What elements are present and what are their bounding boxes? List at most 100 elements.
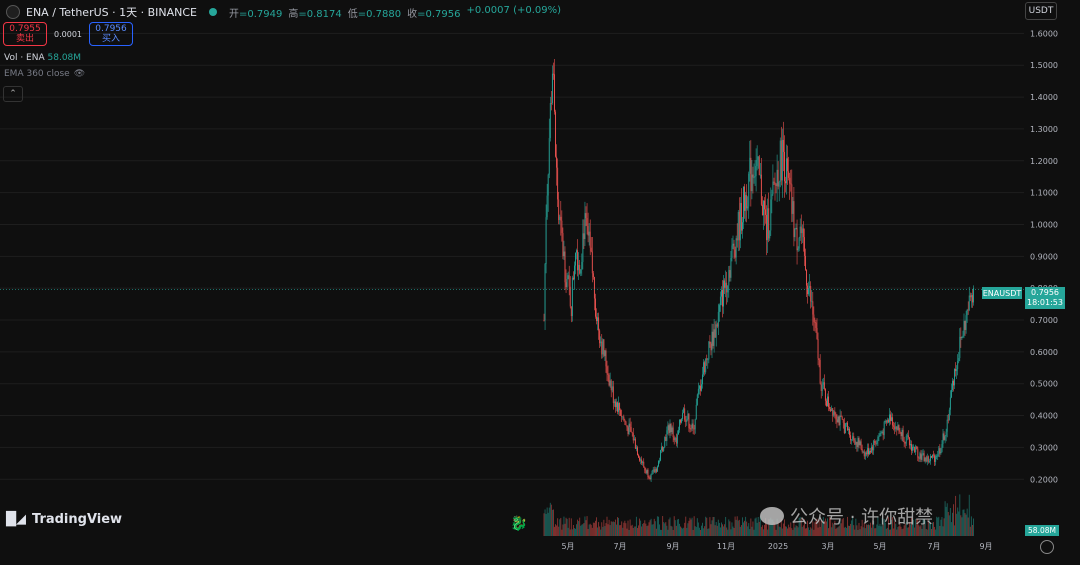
- candle-body: [893, 425, 895, 427]
- candle-body: [829, 407, 831, 409]
- candle-body: [824, 389, 826, 401]
- volume-bar: [934, 526, 936, 536]
- candle-body: [600, 341, 602, 344]
- volume-bar: [713, 516, 715, 536]
- symbol-title[interactable]: ENA / TetherUS · 1天 · BINANCE: [26, 4, 197, 20]
- chart-area[interactable]: 1.6000 1.5000 1.4000 1.3000 1.2000 1.1000 1.00…: [0, 0, 1080, 561]
- volume-bar: [662, 516, 664, 536]
- candle-body: [739, 202, 741, 241]
- buy-button[interactable]: 0.7956 买入: [89, 22, 133, 46]
- candle-body: [932, 454, 933, 458]
- currency-selector[interactable]: USDT: [1025, 2, 1057, 20]
- volume-bar: [757, 517, 759, 536]
- eye-icon[interactable]: 👁: [74, 69, 85, 79]
- candle-body: [965, 315, 967, 330]
- candle-body: [763, 200, 764, 216]
- volume-bar: [941, 517, 943, 536]
- candle-body: [837, 416, 839, 423]
- candle-body: [567, 275, 569, 280]
- candle-body: [564, 251, 566, 283]
- collapse-legend-button[interactable]: ⌃: [3, 86, 23, 102]
- sell-price: 0.7955: [9, 24, 41, 34]
- chart-header: ENA / TetherUS · 1天 · BINANCE 开=0.7949 高…: [6, 4, 561, 20]
- candle-body: [969, 295, 971, 298]
- volume-bar: [813, 529, 815, 536]
- volume-bar: [722, 524, 723, 536]
- candle-body: [563, 251, 565, 257]
- volume-bar: [661, 529, 663, 536]
- candle-body: [745, 195, 747, 211]
- volume-bar: [964, 513, 966, 536]
- volume-legend[interactable]: Vol · ENA 58.08M: [4, 53, 81, 63]
- candle-body: [818, 358, 820, 360]
- candle-body: [898, 425, 900, 431]
- candle-body: [780, 140, 782, 181]
- candle-body: [817, 338, 819, 359]
- volume-bar: [781, 528, 783, 536]
- x-tick-label: 7月: [927, 542, 940, 551]
- volume-bar: [806, 528, 807, 536]
- candle-body: [674, 437, 676, 441]
- candle-body: [733, 243, 735, 250]
- candle-body: [809, 285, 811, 289]
- candle-body: [802, 228, 804, 238]
- volume-bar: [726, 527, 728, 536]
- candle-body: [644, 467, 646, 471]
- sell-button[interactable]: 0.7955 卖出: [3, 22, 47, 46]
- volume-bar: [611, 521, 613, 536]
- candle-body: [940, 451, 942, 454]
- candle-body: [858, 438, 860, 446]
- candle-body: [669, 423, 671, 433]
- tradingview-logo[interactable]: █◢ TradingView: [6, 512, 122, 527]
- volume-bar: [698, 527, 700, 536]
- candle-body: [808, 288, 810, 295]
- candle-body: [652, 469, 654, 471]
- candle-body: [915, 446, 917, 453]
- candle-body: [813, 314, 815, 323]
- candle-body: [925, 457, 927, 462]
- volume-bar: [590, 524, 592, 536]
- candle-body: [832, 408, 834, 416]
- volume-bar: [709, 517, 711, 536]
- candle-body: [704, 362, 706, 373]
- candle-body: [868, 448, 869, 455]
- candle-body: [586, 218, 588, 226]
- volume-bar: [828, 528, 829, 536]
- volume-bar: [674, 520, 676, 536]
- candle-body: [765, 209, 766, 215]
- candle-body: [892, 417, 894, 426]
- candle-body: [766, 214, 768, 241]
- volume-bar: [931, 528, 932, 536]
- candle-body: [778, 181, 780, 187]
- volume-bar: [651, 524, 653, 536]
- volume-bar: [694, 526, 696, 536]
- candle-body: [914, 446, 916, 453]
- volume-bar: [938, 516, 940, 536]
- volume-bar: [575, 528, 576, 536]
- candle-body: [624, 420, 626, 422]
- candle-body: [860, 441, 862, 449]
- candle-body: [922, 453, 924, 455]
- volume-bar: [600, 529, 602, 536]
- candle-body: [899, 430, 901, 433]
- candle-body: [566, 279, 568, 288]
- candle-body: [754, 175, 756, 178]
- candle-body: [847, 422, 848, 430]
- price-chart-svg[interactable]: 1.6000 1.5000 1.4000 1.3000 1.2000 1.1000 1.00…: [0, 0, 1080, 561]
- candle-body: [556, 156, 558, 168]
- buy-price: 0.7956: [95, 24, 127, 34]
- candle-body: [928, 461, 930, 462]
- candle-body: [810, 285, 812, 302]
- candle-body: [787, 158, 789, 172]
- candle-body: [934, 455, 936, 462]
- candle-body: [855, 441, 857, 445]
- volume-bar: [725, 516, 727, 536]
- candle-body: [850, 435, 852, 441]
- candle-body: [790, 183, 792, 185]
- y-tick-label: 0.5000: [1030, 380, 1058, 389]
- volume-bar: [639, 518, 640, 536]
- ema-legend[interactable]: EMA 360 close 👁: [4, 69, 85, 79]
- settings-icon[interactable]: [1040, 540, 1054, 554]
- candle-body: [642, 461, 644, 464]
- candle-body: [547, 174, 549, 196]
